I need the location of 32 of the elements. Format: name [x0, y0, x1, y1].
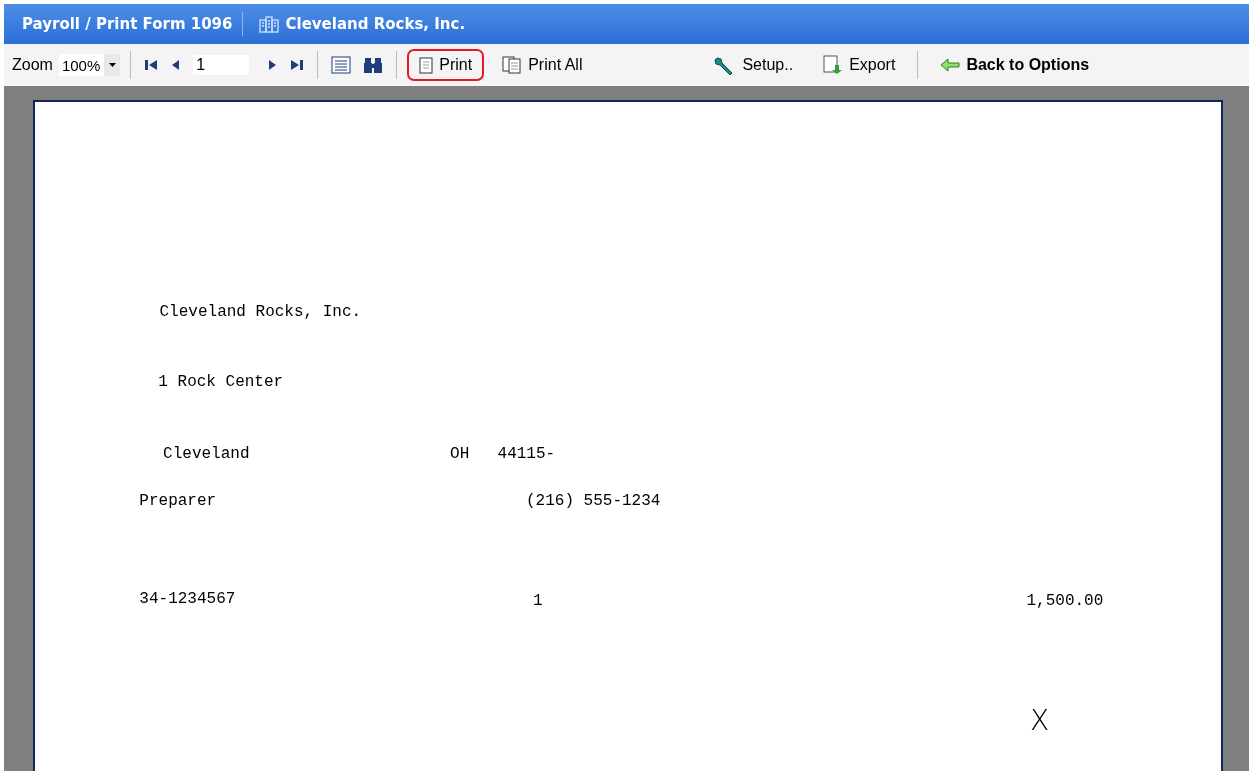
print-all-button[interactable]: Print All: [490, 49, 595, 81]
last-page-icon[interactable]: [290, 58, 305, 72]
caret-icon: [108, 63, 116, 67]
form-text: 1,500.00: [1026, 592, 1104, 611]
form-text: Cleveland: [163, 444, 250, 463]
x-mark: X: [1030, 704, 1050, 738]
left-arrow-icon: [940, 58, 961, 72]
documents-icon: [502, 56, 523, 74]
print-button[interactable]: Print: [407, 49, 485, 81]
form-text: 34-1234567: [139, 590, 236, 609]
list-icon[interactable]: [331, 56, 352, 74]
first-page-icon[interactable]: [144, 58, 159, 72]
company-name: Cleveland Rocks, Inc.: [285, 15, 466, 33]
form-text: Cleveland Rocks, Inc.: [159, 302, 362, 321]
page-number-field[interactable]: 1: [193, 55, 250, 75]
back-button[interactable]: Back to Options: [928, 49, 1102, 81]
form-text: Preparer: [139, 492, 217, 510]
window-title: Payroll / Print Form 1096: [22, 15, 233, 33]
previous-page-icon[interactable]: [170, 58, 181, 72]
document-icon: [419, 56, 434, 74]
export-icon: [823, 55, 844, 75]
form-text: (216) 555-1234: [526, 492, 661, 510]
zoom-dropdown[interactable]: 100%: [58, 54, 121, 76]
form-text: OH: [450, 444, 470, 463]
form-text: 1 Rock Center: [158, 372, 284, 391]
form-text: 44115-: [497, 444, 556, 463]
setup-button[interactable]: Setup..: [702, 49, 806, 81]
building-icon: [259, 15, 280, 33]
export-button[interactable]: Export: [811, 49, 908, 81]
zoom-label: Zoom: [12, 56, 53, 74]
binoculars-icon[interactable]: [363, 56, 384, 74]
form-text: 1: [533, 592, 543, 611]
